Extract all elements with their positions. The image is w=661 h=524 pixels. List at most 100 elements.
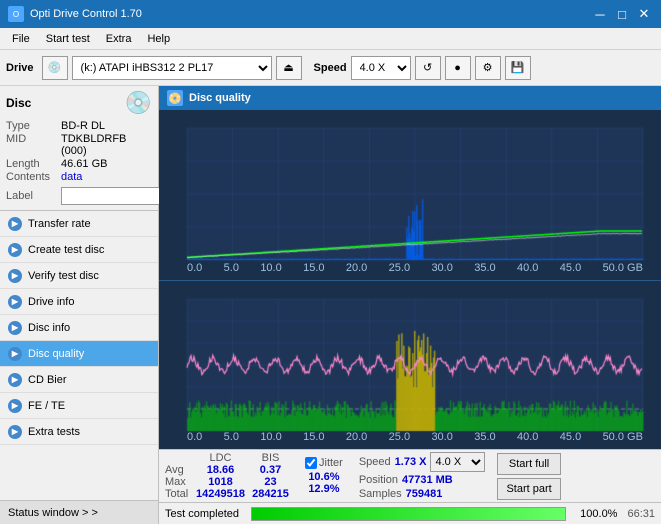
verify-test-disc-icon: ▶ — [8, 269, 22, 283]
samples-val: 759481 — [406, 488, 443, 500]
chart2: BIS Jitter 302520151050 20%16%12%8%4% 0.… — [159, 280, 661, 450]
progress-track — [251, 507, 566, 521]
sidebar-item-disc-quality[interactable]: ▶ Disc quality — [0, 341, 158, 367]
samples-label: Samples — [359, 488, 402, 500]
status-window-button[interactable]: Status window > > — [0, 500, 158, 524]
menu-extra[interactable]: Extra — [98, 31, 140, 47]
mid-label: MID — [6, 133, 61, 157]
type-value: BD-R DL — [61, 120, 105, 132]
progress-time: 66:31 — [627, 508, 655, 520]
samples-row: Samples 759481 — [359, 488, 486, 500]
progress-bar-container: Test completed 100.0% 66:31 — [159, 502, 661, 524]
transfer-rate-icon: ▶ — [8, 217, 22, 231]
avg-bis: 0.37 — [248, 464, 293, 476]
disc-icon2[interactable]: ● — [445, 56, 471, 80]
max-row-label: Max — [165, 476, 193, 488]
app-icon: O — [8, 6, 24, 22]
stats-table: LDC BIS Avg 18.66 0.37 Max 1018 23 Total… — [165, 452, 293, 500]
speed-stat-select[interactable]: 4.0 X — [430, 452, 485, 472]
chart1-xaxis: 0.05.010.015.020.025.030.035.040.045.050… — [187, 260, 643, 280]
jitter-label: Jitter — [319, 457, 343, 469]
options-icon[interactable]: ⚙ — [475, 56, 501, 80]
label-label: Label — [6, 190, 61, 202]
total-row-label: Total — [165, 488, 193, 500]
disc-quality-icon: ▶ — [8, 347, 22, 361]
progress-label: Test completed — [165, 508, 245, 520]
create-test-disc-icon: ▶ — [8, 243, 22, 257]
disc-quality-header-icon: 📀 — [167, 90, 183, 106]
sidebar-item-verify-test-disc[interactable]: ▶ Verify test disc — [0, 263, 158, 289]
drive-icon: 💿 — [42, 56, 68, 80]
menu-file[interactable]: File — [4, 31, 38, 47]
titlebar: O Opti Drive Control 1.70 ─ □ ✕ — [0, 0, 661, 28]
position-label: Position — [359, 474, 398, 486]
bis-col-header: BIS — [248, 452, 293, 464]
disc-icon: 💿 — [125, 90, 152, 116]
start-full-button[interactable]: Start full — [497, 453, 560, 475]
sidebar-item-create-test-disc[interactable]: ▶ Create test disc — [0, 237, 158, 263]
sidebar: Disc 💿 Type BD-R DL MID TDKBLDRFB (000) … — [0, 86, 159, 524]
close-button[interactable]: ✕ — [635, 5, 653, 23]
progress-pct: 100.0% — [572, 508, 617, 520]
sidebar-item-drive-info[interactable]: ▶ Drive info — [0, 289, 158, 315]
chart1: LDC Read speed Write speed 2000 1500 100… — [159, 110, 661, 280]
label-input[interactable] — [61, 187, 161, 205]
sidebar-item-extra-tests[interactable]: ▶ Extra tests — [0, 419, 158, 445]
speed-stat-label: Speed — [359, 456, 391, 468]
charts-area: LDC Read speed Write speed 2000 1500 100… — [159, 110, 661, 449]
avg-jitter: 10.6% — [305, 471, 343, 483]
disc-panel-title: Disc — [6, 96, 31, 110]
chart1-canvas — [159, 110, 661, 280]
sidebar-item-cd-bier[interactable]: ▶ CD Bier — [0, 367, 158, 393]
extra-tests-label: Extra tests — [28, 426, 80, 438]
cd-bier-icon: ▶ — [8, 373, 22, 387]
disc-info-label: Disc info — [28, 322, 70, 334]
speed-pos-section: Speed 1.73 X 4.0 X Position 47731 MB Sam… — [359, 452, 486, 500]
save-icon[interactable]: 💾 — [505, 56, 531, 80]
start-part-button[interactable]: Start part — [497, 478, 560, 500]
drive-select[interactable]: (k:) ATAPI iHBS312 2 PL17 — [72, 56, 272, 80]
start-buttons: Start full Start part — [497, 453, 560, 500]
main-area: Disc 💿 Type BD-R DL MID TDKBLDRFB (000) … — [0, 86, 661, 524]
disc-quality-label: Disc quality — [28, 348, 84, 360]
total-bis: 284215 — [248, 488, 293, 500]
menu-help[interactable]: Help — [139, 31, 178, 47]
eject-icon[interactable]: ⏏ — [276, 56, 302, 80]
chart2-canvas — [159, 281, 661, 450]
length-value: 46.61 GB — [61, 158, 107, 170]
disc-quality-header: 📀 Disc quality — [159, 86, 661, 110]
contents-value: data — [61, 171, 82, 183]
app-title: Opti Drive Control 1.70 — [30, 8, 142, 20]
drive-info-icon: ▶ — [8, 295, 22, 309]
avg-row-label: Avg — [165, 464, 193, 476]
fe-te-label: FE / TE — [28, 400, 65, 412]
disc-quality-title: Disc quality — [189, 92, 251, 104]
chart2-xaxis: 0.05.010.015.020.025.030.035.040.045.050… — [187, 429, 643, 449]
extra-tests-icon: ▶ — [8, 425, 22, 439]
status-window-label: Status window > > — [8, 507, 98, 519]
drive-label: Drive — [6, 62, 34, 74]
sidebar-item-disc-info[interactable]: ▶ Disc info — [0, 315, 158, 341]
mid-value: TDKBLDRFB (000) — [61, 133, 152, 157]
jitter-section: Jitter 10.6% 12.9% — [305, 457, 343, 495]
disc-info-icon: ▶ — [8, 321, 22, 335]
length-label: Length — [6, 158, 61, 170]
menu-start-test[interactable]: Start test — [38, 31, 98, 47]
position-row: Position 47731 MB — [359, 474, 486, 486]
minimize-button[interactable]: ─ — [591, 5, 609, 23]
drivebar: Drive 💿 (k:) ATAPI iHBS312 2 PL17 ⏏ Spee… — [0, 50, 661, 86]
sidebar-item-transfer-rate[interactable]: ▶ Transfer rate — [0, 211, 158, 237]
verify-test-disc-label: Verify test disc — [28, 270, 99, 282]
type-label: Type — [6, 120, 61, 132]
disc-panel: Disc 💿 Type BD-R DL MID TDKBLDRFB (000) … — [0, 86, 158, 211]
stats-bar: LDC BIS Avg 18.66 0.37 Max 1018 23 Total… — [159, 449, 661, 502]
jitter-checkbox[interactable] — [305, 457, 317, 469]
speed-stat-val: 1.73 X — [395, 456, 427, 468]
maximize-button[interactable]: □ — [613, 5, 631, 23]
speed-select[interactable]: 4.0 X 2.0 X 8.0 X — [351, 56, 411, 80]
nav-items: ▶ Transfer rate ▶ Create test disc ▶ Ver… — [0, 211, 158, 500]
menubar: File Start test Extra Help — [0, 28, 661, 50]
sidebar-item-fe-te[interactable]: ▶ FE / TE — [0, 393, 158, 419]
transfer-rate-label: Transfer rate — [28, 218, 91, 230]
refresh-icon[interactable]: ↺ — [415, 56, 441, 80]
